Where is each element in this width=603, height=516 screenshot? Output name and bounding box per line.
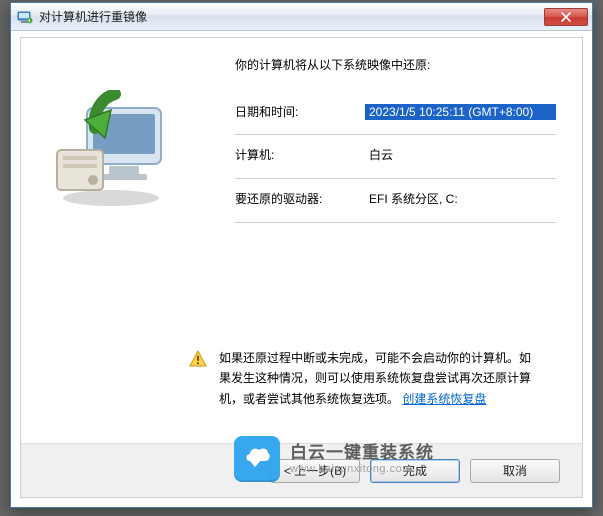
- details-section: 你的计算机将从以下系统映像中还原: 日期和时间: 2023/1/5 10:25:…: [235, 56, 556, 223]
- separator: [235, 178, 556, 179]
- watermark: 白云一键重装系统 www.baiyunxitong.com: [234, 436, 434, 482]
- watermark-badge-icon: [234, 436, 280, 482]
- content-body: 你的计算机将从以下系统映像中还原: 日期和时间: 2023/1/5 10:25:…: [21, 38, 582, 443]
- create-recovery-disk-link[interactable]: 创建系统恢复盘: [402, 392, 486, 406]
- warning-icon: [189, 350, 207, 368]
- separator: [235, 222, 556, 223]
- close-button[interactable]: [544, 8, 588, 26]
- cancel-button[interactable]: 取消: [470, 459, 560, 483]
- value-computer: 白云: [365, 145, 556, 164]
- window-title: 对计算机进行重镜像: [39, 8, 544, 25]
- watermark-text: 白云一键重装系统 www.baiyunxitong.com: [290, 442, 434, 477]
- warning-text: 如果还原过程中断或未完成，可能不会启动你的计算机。如果发生这种情况，则可以使用系…: [219, 348, 542, 409]
- value-datetime: 2023/1/5 10:25:11 (GMT+8:00): [365, 104, 556, 120]
- watermark-url: www.baiyunxitong.com: [290, 463, 434, 477]
- content-panel: 你的计算机将从以下系统映像中还原: 日期和时间: 2023/1/5 10:25:…: [20, 37, 583, 498]
- row-drives: 要还原的驱动器: EFI 系统分区, C:: [235, 189, 556, 208]
- label-datetime: 日期和时间:: [235, 103, 365, 120]
- separator: [235, 134, 556, 135]
- label-computer: 计算机:: [235, 146, 365, 163]
- row-computer: 计算机: 白云: [235, 145, 556, 164]
- restore-image-icon: [51, 90, 171, 210]
- app-icon: [17, 9, 33, 25]
- heading-text: 你的计算机将从以下系统映像中还原:: [235, 56, 556, 73]
- watermark-title: 白云一键重装系统: [290, 442, 434, 463]
- value-drives: EFI 系统分区, C:: [365, 189, 556, 208]
- row-datetime: 日期和时间: 2023/1/5 10:25:11 (GMT+8:00): [235, 103, 556, 120]
- titlebar: 对计算机进行重镜像: [11, 3, 592, 31]
- dialog-window: 对计算机进行重镜像: [10, 2, 593, 508]
- warning-box: 如果还原过程中断或未完成，可能不会启动你的计算机。如果发生这种情况，则可以使用系…: [189, 348, 542, 409]
- label-drives: 要还原的驱动器:: [235, 190, 365, 207]
- close-icon: [561, 12, 571, 22]
